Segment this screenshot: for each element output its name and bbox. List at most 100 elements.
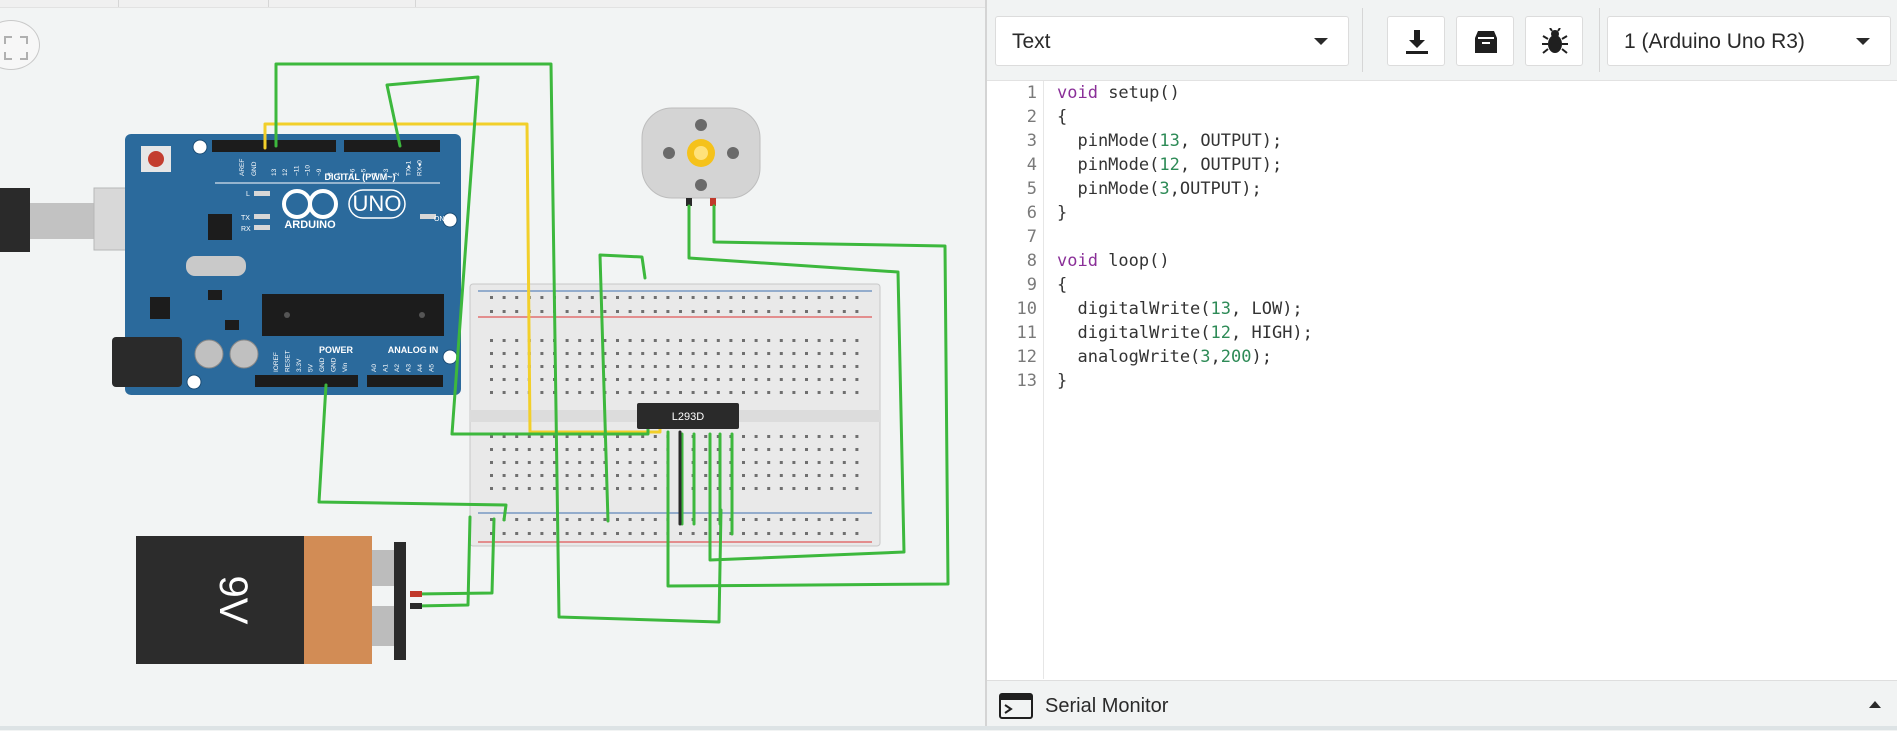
breadboard-hole[interactable] bbox=[767, 487, 771, 490]
breadboard-hole[interactable] bbox=[691, 339, 695, 342]
breadboard-hole[interactable] bbox=[490, 378, 493, 381]
breadboard-hole[interactable] bbox=[628, 391, 632, 394]
breadboard-hole[interactable] bbox=[515, 474, 519, 477]
breadboard-hole[interactable] bbox=[754, 532, 758, 535]
breadboard-hole[interactable] bbox=[490, 391, 493, 394]
breadboard-hole[interactable] bbox=[527, 448, 531, 451]
breadboard-hole[interactable] bbox=[805, 378, 808, 381]
breadboard-hole[interactable] bbox=[679, 532, 682, 535]
breadboard-hole[interactable] bbox=[855, 435, 859, 438]
breadboard-hole[interactable] bbox=[767, 518, 771, 521]
dc-motor[interactable] bbox=[641, 107, 761, 206]
breadboard-hole[interactable] bbox=[515, 296, 519, 299]
serial-monitor-bar[interactable]: Serial Monitor bbox=[987, 680, 1897, 731]
breadboard-hole[interactable] bbox=[855, 461, 859, 464]
breadboard-hole[interactable] bbox=[590, 391, 594, 394]
breadboard-hole[interactable] bbox=[616, 532, 619, 535]
breadboard-hole[interactable] bbox=[641, 474, 645, 477]
breadboard-hole[interactable] bbox=[830, 378, 834, 381]
breadboard-hole[interactable] bbox=[666, 378, 670, 381]
breadboard-hole[interactable] bbox=[590, 352, 594, 355]
breadboard-hole[interactable] bbox=[628, 518, 632, 521]
breadboard-hole[interactable] bbox=[830, 352, 834, 355]
breadboard-hole[interactable] bbox=[691, 296, 695, 299]
breadboard-hole[interactable] bbox=[553, 487, 556, 490]
breadboard-hole[interactable] bbox=[666, 296, 670, 299]
breadboard-hole[interactable] bbox=[565, 391, 569, 394]
breadboard-hole[interactable] bbox=[628, 365, 632, 368]
breadboard-hole[interactable] bbox=[641, 296, 645, 299]
breadboard-hole[interactable] bbox=[603, 518, 607, 521]
breadboard-hole[interactable] bbox=[792, 378, 796, 381]
breadboard-hole[interactable] bbox=[792, 532, 796, 535]
breadboard-hole[interactable] bbox=[578, 365, 582, 368]
breadboard-hole[interactable] bbox=[578, 310, 582, 313]
breadboard-hole[interactable] bbox=[729, 310, 733, 313]
breadboard-hole[interactable] bbox=[855, 474, 859, 477]
breadboard-hole[interactable] bbox=[855, 487, 859, 490]
breadboard-hole[interactable] bbox=[527, 461, 531, 464]
breadboard-hole[interactable] bbox=[653, 296, 657, 299]
breadboard-hole[interactable] bbox=[578, 391, 582, 394]
breadboard-hole[interactable] bbox=[742, 518, 745, 521]
breadboard-hole[interactable] bbox=[704, 487, 708, 490]
breadboard-hole[interactable] bbox=[704, 391, 708, 394]
breadboard-hole[interactable] bbox=[565, 461, 569, 464]
breadboard-hole[interactable] bbox=[616, 391, 619, 394]
breadboard-hole[interactable] bbox=[855, 352, 859, 355]
breadboard-hole[interactable] bbox=[603, 532, 607, 535]
breadboard-hole[interactable] bbox=[565, 339, 569, 342]
breadboard-hole[interactable] bbox=[653, 339, 657, 342]
breadboard-hole[interactable] bbox=[767, 474, 771, 477]
breadboard-hole[interactable] bbox=[502, 532, 506, 535]
breadboard-hole[interactable] bbox=[742, 339, 745, 342]
breadboard-hole[interactable] bbox=[628, 474, 632, 477]
breadboard-hole[interactable] bbox=[754, 296, 758, 299]
breadboard-hole[interactable] bbox=[691, 532, 695, 535]
breadboard-hole[interactable] bbox=[805, 474, 808, 477]
breadboard-hole[interactable] bbox=[490, 448, 493, 451]
breadboard-hole[interactable] bbox=[792, 474, 796, 477]
breadboard-hole[interactable] bbox=[805, 448, 808, 451]
breadboard-hole[interactable] bbox=[716, 296, 720, 299]
breadboard-hole[interactable] bbox=[691, 378, 695, 381]
breadboard-hole[interactable] bbox=[817, 378, 821, 381]
code-line[interactable]: pinMode(3,OUTPUT); bbox=[1057, 179, 1261, 199]
breadboard-hole[interactable] bbox=[704, 532, 708, 535]
breadboard-hole[interactable] bbox=[767, 448, 771, 451]
breadboard-hole[interactable] bbox=[742, 474, 745, 477]
breadboard-hole[interactable] bbox=[578, 296, 582, 299]
breadboard-hole[interactable] bbox=[628, 532, 632, 535]
breadboard-hole[interactable] bbox=[754, 378, 758, 381]
breadboard-hole[interactable] bbox=[842, 378, 846, 381]
breadboard-hole[interactable] bbox=[767, 391, 771, 394]
breadboard-hole[interactable] bbox=[855, 532, 859, 535]
breadboard-hole[interactable] bbox=[578, 518, 582, 521]
breadboard-hole[interactable] bbox=[540, 487, 544, 490]
breadboard-hole[interactable] bbox=[666, 339, 670, 342]
breadboard-hole[interactable] bbox=[502, 487, 506, 490]
code-line[interactable]: pinMode(13, OUTPUT); bbox=[1057, 131, 1282, 151]
breadboard-hole[interactable] bbox=[729, 296, 733, 299]
breadboard-hole[interactable] bbox=[779, 518, 783, 521]
breadboard-hole[interactable] bbox=[578, 339, 582, 342]
breadboard-hole[interactable] bbox=[490, 339, 493, 342]
breadboard-hole[interactable] bbox=[792, 391, 796, 394]
breadboard-hole[interactable] bbox=[590, 339, 594, 342]
breadboard-hole[interactable] bbox=[805, 391, 808, 394]
breadboard-hole[interactable] bbox=[742, 296, 745, 299]
breadboard-hole[interactable] bbox=[754, 310, 758, 313]
breadboard-hole[interactable] bbox=[641, 391, 645, 394]
breadboard-hole[interactable] bbox=[817, 487, 821, 490]
breadboard-hole[interactable] bbox=[754, 518, 758, 521]
breadboard-hole[interactable] bbox=[742, 391, 745, 394]
breadboard-hole[interactable] bbox=[830, 310, 834, 313]
download-code-button[interactable] bbox=[1387, 16, 1445, 66]
breadboard-hole[interactable] bbox=[578, 378, 582, 381]
breadboard-hole[interactable] bbox=[842, 365, 846, 368]
breadboard-hole[interactable] bbox=[502, 352, 506, 355]
breadboard-hole[interactable] bbox=[704, 474, 708, 477]
breadboard-hole[interactable] bbox=[641, 378, 645, 381]
breadboard-hole[interactable] bbox=[754, 461, 758, 464]
breadboard-hole[interactable] bbox=[742, 378, 745, 381]
